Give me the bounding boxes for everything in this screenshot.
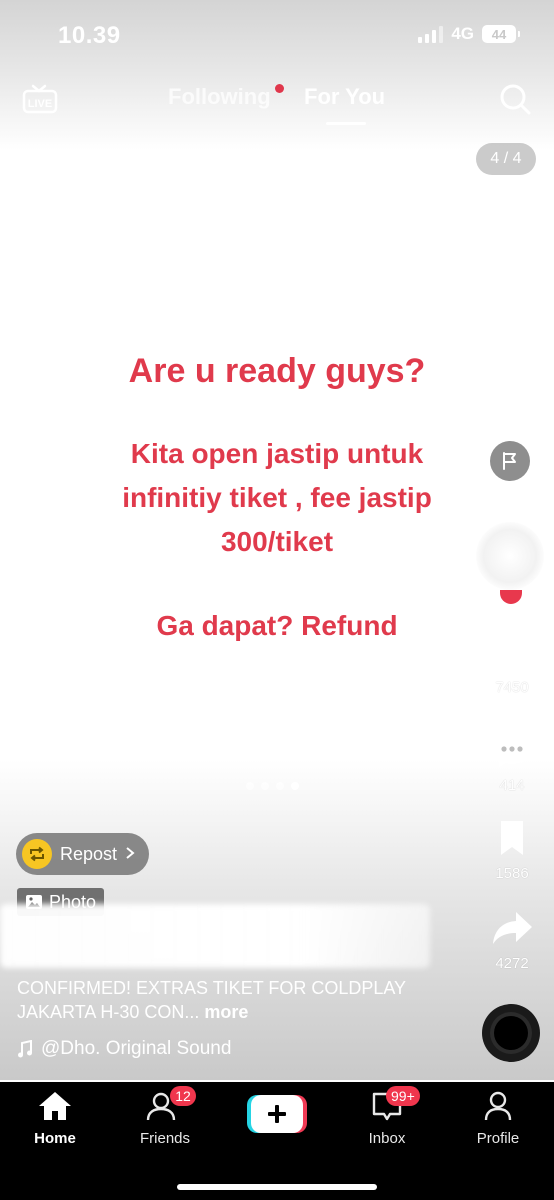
live-icon[interactable]: LIVE	[22, 84, 58, 114]
tab-for-you[interactable]: For You	[304, 84, 385, 110]
post-footer: Ga dapat? Refund	[156, 610, 398, 641]
home-indicator	[177, 1184, 377, 1190]
home-icon	[39, 1092, 71, 1120]
battery-icon: 44	[482, 25, 520, 43]
post-caption[interactable]: CONFIRMED! EXTRAS TIKET FOR COLDPLAY JAK…	[17, 976, 467, 1024]
carousel-indicator	[246, 782, 299, 790]
nav-friends[interactable]: 12 Friends	[120, 1086, 210, 1147]
status-time: 10.39	[58, 22, 121, 49]
active-tab-indicator	[326, 122, 366, 125]
status-indicators: 4G 44	[418, 24, 520, 44]
bookmark-count: 1586	[495, 865, 529, 882]
search-icon[interactable]	[498, 82, 532, 116]
flag-icon	[503, 452, 516, 470]
tab-following[interactable]: Following	[168, 84, 271, 110]
carousel-dot	[261, 782, 269, 790]
inbox-badge: 99+	[386, 1086, 420, 1106]
plus-icon	[247, 1095, 307, 1133]
share-button[interactable]: 4272	[482, 908, 542, 972]
post-content: Are u ready guys? Kita open jastip untuk…	[0, 340, 554, 648]
post-line: Kita open jastip untuk	[130, 438, 424, 469]
nav-inbox-label: Inbox	[368, 1130, 406, 1147]
caption-more-link[interactable]: more	[204, 1002, 248, 1022]
new-content-dot	[275, 84, 284, 93]
sound-link[interactable]: @Dho. Original Sound	[17, 1038, 231, 1060]
nav-friends-label: Friends	[139, 1130, 191, 1147]
create-button[interactable]	[247, 1095, 307, 1133]
signal-icon	[418, 25, 444, 43]
profile-icon	[484, 1091, 512, 1121]
carousel-dot	[276, 782, 284, 790]
carousel-dot	[246, 782, 254, 790]
post-line: infinitiy tiket , fee jastip	[122, 482, 432, 513]
share-count: 4272	[495, 955, 529, 972]
post-headline: Are u ready guys?	[128, 352, 426, 390]
redacted-username	[0, 904, 430, 968]
nav-profile-label: Profile	[476, 1130, 520, 1147]
sound-label: @Dho. Original Sound	[41, 1038, 232, 1059]
carousel-dot-active	[291, 782, 299, 790]
like-button[interactable]: 7450	[482, 632, 542, 696]
nav-inbox[interactable]: 99+ Inbox	[342, 1086, 432, 1147]
heart-icon	[492, 634, 532, 670]
creator-avatar[interactable]	[476, 522, 544, 590]
repost-icon	[22, 839, 52, 869]
app-screen: 10.39 4G 44 LIVE Following For You 4 / 4…	[0, 0, 554, 1200]
share-arrow-icon	[493, 912, 532, 944]
music-disc[interactable]	[482, 1004, 540, 1062]
nav-home-label: Home	[34, 1130, 76, 1147]
friends-badge: 12	[170, 1086, 196, 1106]
like-count: 7450	[495, 679, 529, 696]
comment-icon	[493, 733, 531, 768]
repost-button[interactable]: Repost	[16, 833, 150, 875]
bookmark-button[interactable]: 1586	[482, 818, 542, 882]
report-button[interactable]	[490, 441, 530, 481]
music-note-icon	[18, 1040, 32, 1058]
comment-button[interactable]: 414	[482, 730, 542, 794]
post-line: 300/tiket	[220, 526, 334, 557]
repost-label: Repost	[60, 843, 118, 864]
nav-profile[interactable]: Profile	[453, 1090, 543, 1147]
nav-home[interactable]: Home	[10, 1090, 100, 1147]
bookmark-icon	[501, 821, 523, 855]
comment-count: 414	[499, 777, 525, 794]
chevron-right-icon	[125, 844, 135, 865]
live-label: LIVE	[28, 98, 52, 110]
network-type: 4G	[451, 24, 474, 43]
photo-page-counter: 4 / 4	[476, 143, 536, 175]
